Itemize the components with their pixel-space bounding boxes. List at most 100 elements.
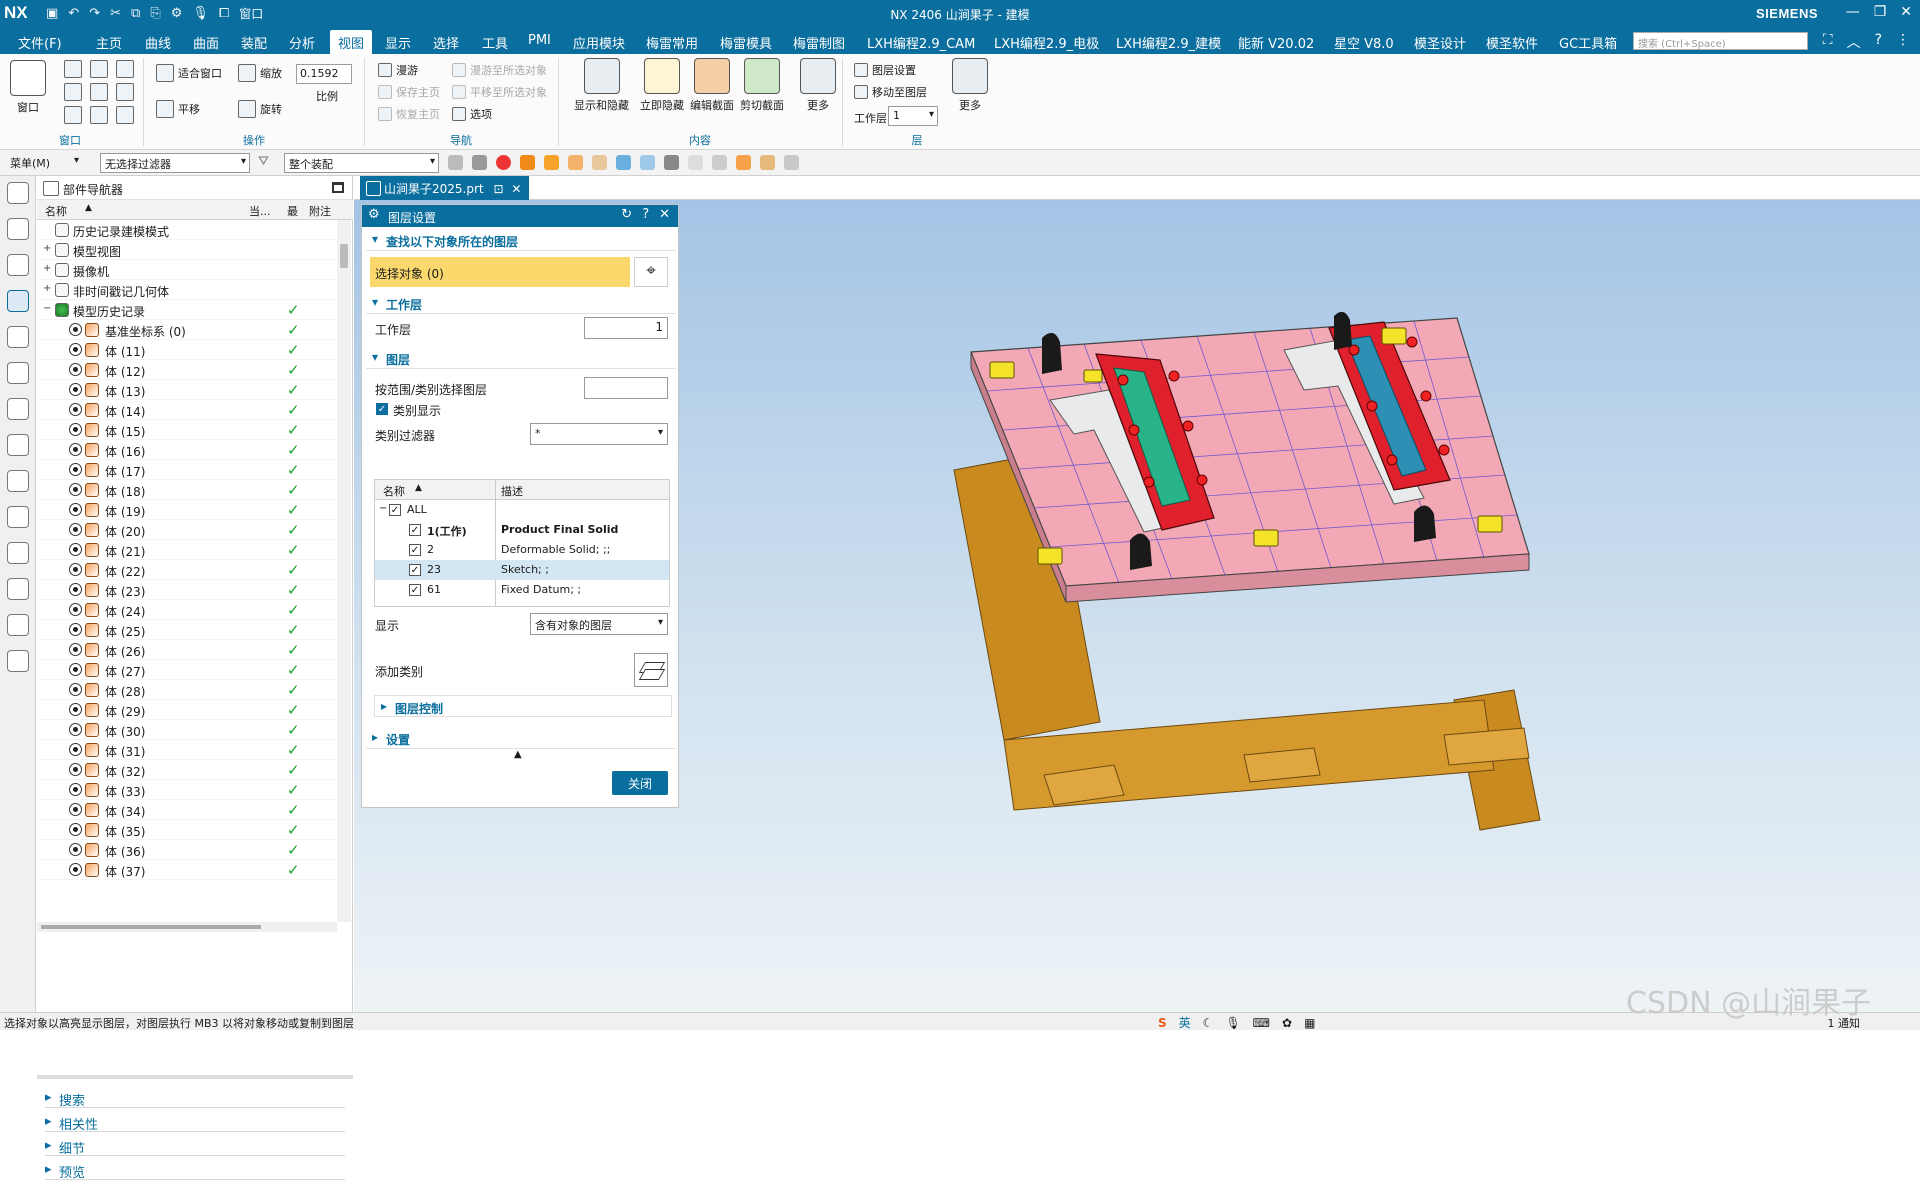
menu-meilei-common[interactable]: 梅雷常用 <box>646 33 698 52</box>
close-icon[interactable]: ✕ <box>1900 4 1912 20</box>
visibility-eye-icon[interactable] <box>69 403 82 416</box>
help-icon[interactable]: ? <box>1875 32 1882 52</box>
visibility-eye-icon[interactable] <box>69 483 82 496</box>
visibility-eye-icon[interactable] <box>69 863 82 876</box>
visibility-eye-icon[interactable] <box>69 563 82 576</box>
point-snap-icon[interactable] <box>736 155 751 170</box>
menu-select[interactable]: 选择 <box>433 33 459 52</box>
tree-row[interactable]: 体 (12) ✓ <box>37 360 337 380</box>
visibility-eye-icon[interactable] <box>69 823 82 836</box>
history-icon[interactable] <box>7 434 29 456</box>
tree-row[interactable]: 体 (22) ✓ <box>37 560 337 580</box>
collapse-arrow-icon[interactable]: ▲ <box>514 749 522 760</box>
visibility-eye-icon[interactable] <box>69 683 82 696</box>
more-icon[interactable]: ⋮ <box>1896 32 1910 52</box>
system-materials-icon[interactable] <box>7 542 29 564</box>
tree-row[interactable]: 体 (20) ✓ <box>37 520 337 540</box>
section-layers[interactable]: 图层 <box>366 347 676 369</box>
help-icon[interactable]: ? <box>642 207 649 222</box>
tree-row[interactable]: 体 (28) ✓ <box>37 680 337 700</box>
constraint-navigator-icon[interactable] <box>7 254 29 276</box>
command-search-input[interactable]: 搜索 (Ctrl+Space) <box>1633 32 1808 50</box>
layer-visibility-checkbox[interactable]: ✓ <box>409 564 421 576</box>
visibility-eye-icon[interactable] <box>69 803 82 816</box>
sogou-icon[interactable]: S <box>1158 1016 1167 1030</box>
tree-row[interactable]: 体 (21) ✓ <box>37 540 337 560</box>
roam-button[interactable]: 漫游 <box>378 62 418 78</box>
mic-icon[interactable]: 🎙 <box>1225 1016 1240 1030</box>
roam-to-selection-button[interactable]: 漫游至所选对象 <box>452 62 547 78</box>
section-work-layer[interactable]: 工作层 <box>366 292 676 314</box>
visibility-eye-icon[interactable] <box>69 603 82 616</box>
save-home-button[interactable]: 保存主页 <box>378 84 440 100</box>
clip-section-button[interactable]: 剪切截面 <box>740 58 784 113</box>
layer-visibility-checkbox[interactable]: ✓ <box>409 524 421 536</box>
clock-icon[interactable] <box>7 578 29 600</box>
layout-three-icon[interactable] <box>64 83 82 101</box>
accordion-preview[interactable]: 预览 <box>45 1158 345 1181</box>
tree-row[interactable]: 体 (31) ✓ <box>37 740 337 760</box>
tree-row[interactable]: 体 (24) ✓ <box>37 600 337 620</box>
sort-ascending-icon[interactable]: ▲ <box>85 203 92 213</box>
web-browser-icon[interactable] <box>7 398 29 420</box>
tree-row[interactable]: 历史记录建模模式 <box>37 220 337 240</box>
accordion-details[interactable]: 细节 <box>45 1134 345 1157</box>
section-icon[interactable] <box>688 155 703 170</box>
visibility-eye-icon[interactable] <box>69 703 82 716</box>
apps-icon[interactable]: ▦ <box>1304 1016 1315 1030</box>
display-select[interactable]: 含有对象的图层 <box>530 613 668 635</box>
pan-button[interactable]: 平移 <box>156 100 200 118</box>
moon-icon[interactable]: ☾ <box>1203 1016 1214 1030</box>
visibility-eye-icon[interactable] <box>69 363 82 376</box>
col-latest[interactable]: 最 <box>287 203 298 219</box>
accordion-search[interactable]: 搜索 <box>45 1086 345 1109</box>
layout-four-icon[interactable] <box>90 83 108 101</box>
menu-view[interactable]: 视图 <box>330 30 373 54</box>
tree-row[interactable]: + 模型视图 <box>37 240 337 260</box>
layer-row[interactable]: ✓ 2 Deformable Solid; ;; <box>375 540 669 560</box>
visibility-eye-icon[interactable] <box>69 843 82 856</box>
layer-visibility-checkbox[interactable]: ✓ <box>409 544 421 556</box>
menu-surface[interactable]: 曲面 <box>193 33 219 52</box>
visibility-eye-icon[interactable] <box>69 443 82 456</box>
selection-filter-select[interactable]: 无选择过滤器 <box>100 153 250 173</box>
col-name[interactable]: 名称 <box>45 203 67 219</box>
part-navigator-icon[interactable] <box>7 290 29 312</box>
tree-row[interactable]: 体 (23) ✓ <box>37 580 337 600</box>
layer-row[interactable]: ✓ 61 Fixed Datum; ; <box>375 580 669 600</box>
vscroll-thumb[interactable] <box>340 244 348 268</box>
tab-close-icon[interactable]: ✕ <box>511 182 521 196</box>
menu-application[interactable]: 应用模块 <box>573 33 625 52</box>
layer-col-name[interactable]: 名称 <box>383 483 405 499</box>
menu-file[interactable]: 文件(F) <box>18 33 62 52</box>
crosshair-icon[interactable]: ⌖ <box>634 257 668 287</box>
section-settings[interactable]: 设置 <box>366 727 676 749</box>
scale-input[interactable]: 0.1592 <box>296 64 352 84</box>
hd3d-icon[interactable] <box>7 362 29 384</box>
menu-curve[interactable]: 曲线 <box>145 33 171 52</box>
expand-toggle-icon[interactable]: + <box>43 243 51 254</box>
visibility-eye-icon[interactable] <box>69 343 82 356</box>
menu-display[interactable]: 显示 <box>385 33 411 52</box>
visibility-eye-icon[interactable] <box>69 323 82 336</box>
layer-visibility-checkbox[interactable]: ✓ <box>389 504 401 516</box>
col-current[interactable]: 当... <box>249 203 271 219</box>
skin-icon[interactable]: ✿ <box>1282 1016 1292 1030</box>
hide-now-button[interactable]: 立即隐藏 <box>640 58 684 113</box>
process-studio-icon[interactable] <box>7 470 29 492</box>
body-icon[interactable] <box>568 155 583 170</box>
tree-row[interactable]: 体 (29) ✓ <box>37 700 337 720</box>
cube-icon[interactable] <box>760 155 775 170</box>
minimize-icon[interactable]: — <box>1846 4 1860 20</box>
tree-row[interactable]: 体 (30) ✓ <box>37 720 337 740</box>
tree-row[interactable]: 体 (11) ✓ <box>37 340 337 360</box>
tree-row[interactable]: 基准坐标系 (0) ✓ <box>37 320 337 340</box>
visibility-eye-icon[interactable] <box>69 503 82 516</box>
tab-pin-icon[interactable]: ⊡ <box>493 182 503 196</box>
tree-row[interactable]: 体 (18) ✓ <box>37 480 337 500</box>
tree-row[interactable]: 体 (35) ✓ <box>37 820 337 840</box>
tree-row[interactable]: 体 (33) ✓ <box>37 780 337 800</box>
layer-sort-icon[interactable]: ▲ <box>415 483 422 493</box>
ime-language[interactable]: 英 <box>1179 1014 1191 1031</box>
tree-row[interactable]: 体 (17) ✓ <box>37 460 337 480</box>
